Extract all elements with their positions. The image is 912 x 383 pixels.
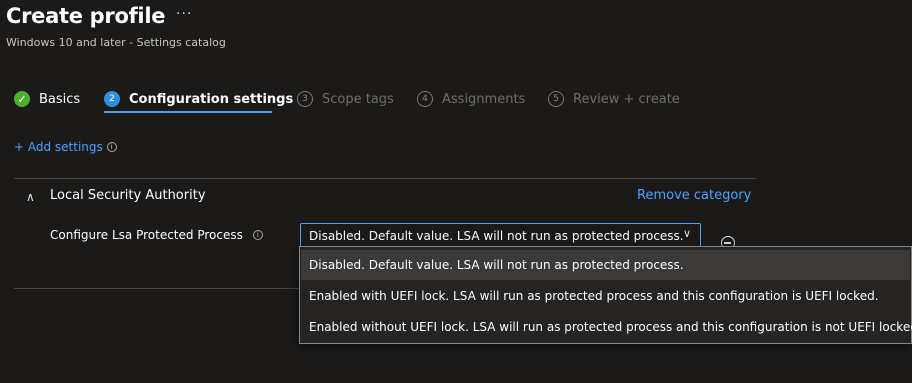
step-basics[interactable]: ✓ Basics bbox=[14, 88, 80, 110]
chevron-up-icon[interactable]: ∧ bbox=[26, 190, 35, 204]
category-title: Local Security Authority bbox=[50, 188, 206, 203]
step-number-icon: 5 bbox=[548, 91, 564, 107]
step-assignments[interactable]: 4 Assignments bbox=[417, 88, 525, 110]
setting-label: Configure Lsa Protected Process bbox=[50, 228, 243, 242]
step-label: Basics bbox=[39, 91, 81, 107]
remove-category-link[interactable]: Remove category bbox=[637, 188, 751, 203]
page-subtitle: Windows 10 and later - Settings catalog bbox=[6, 36, 226, 49]
step-configuration-settings[interactable]: 2 Configuration settings bbox=[104, 88, 293, 110]
options-dropdown: Disabled. Default value. LSA will not ru… bbox=[299, 246, 912, 344]
info-icon[interactable]: i bbox=[106, 142, 117, 152]
divider bbox=[14, 288, 301, 289]
step-scope-tags[interactable]: 3 Scope tags bbox=[297, 88, 394, 110]
step-label: Configuration settings bbox=[129, 91, 294, 107]
active-step-indicator bbox=[104, 111, 272, 113]
step-review-create[interactable]: 5 Review + create bbox=[548, 88, 680, 110]
step-number-icon: 3 bbox=[297, 91, 313, 107]
step-label: Assignments bbox=[442, 91, 526, 107]
lsa-protected-process-select[interactable]: Disabled. Default value. LSA will not ru… bbox=[300, 223, 701, 248]
add-settings-link[interactable]: + Add settings i bbox=[14, 140, 117, 154]
checkmark-icon: ✓ bbox=[14, 91, 30, 107]
dropdown-option-disabled[interactable]: Disabled. Default value. LSA will not ru… bbox=[301, 250, 910, 280]
more-options-icon[interactable]: ··· bbox=[176, 6, 192, 22]
chevron-down-icon: ∨ bbox=[682, 227, 691, 240]
step-number-icon: 4 bbox=[417, 91, 433, 107]
divider bbox=[14, 178, 756, 179]
info-icon[interactable]: i bbox=[252, 230, 263, 240]
setting-row-label: Configure Lsa Protected Process i bbox=[50, 228, 263, 242]
step-label: Review + create bbox=[573, 91, 680, 107]
dropdown-option-enabled-without-uefi[interactable]: Enabled without UEFI lock. LSA will run … bbox=[301, 312, 912, 342]
page-title: Create profile bbox=[6, 4, 166, 28]
select-value: Disabled. Default value. LSA will not ru… bbox=[309, 228, 684, 243]
dropdown-option-enabled-with-uefi[interactable]: Enabled with UEFI lock. LSA will run as … bbox=[301, 281, 910, 311]
step-number-icon: 2 bbox=[104, 91, 120, 107]
add-settings-label: + Add settings bbox=[14, 140, 103, 154]
step-label: Scope tags bbox=[322, 91, 394, 107]
